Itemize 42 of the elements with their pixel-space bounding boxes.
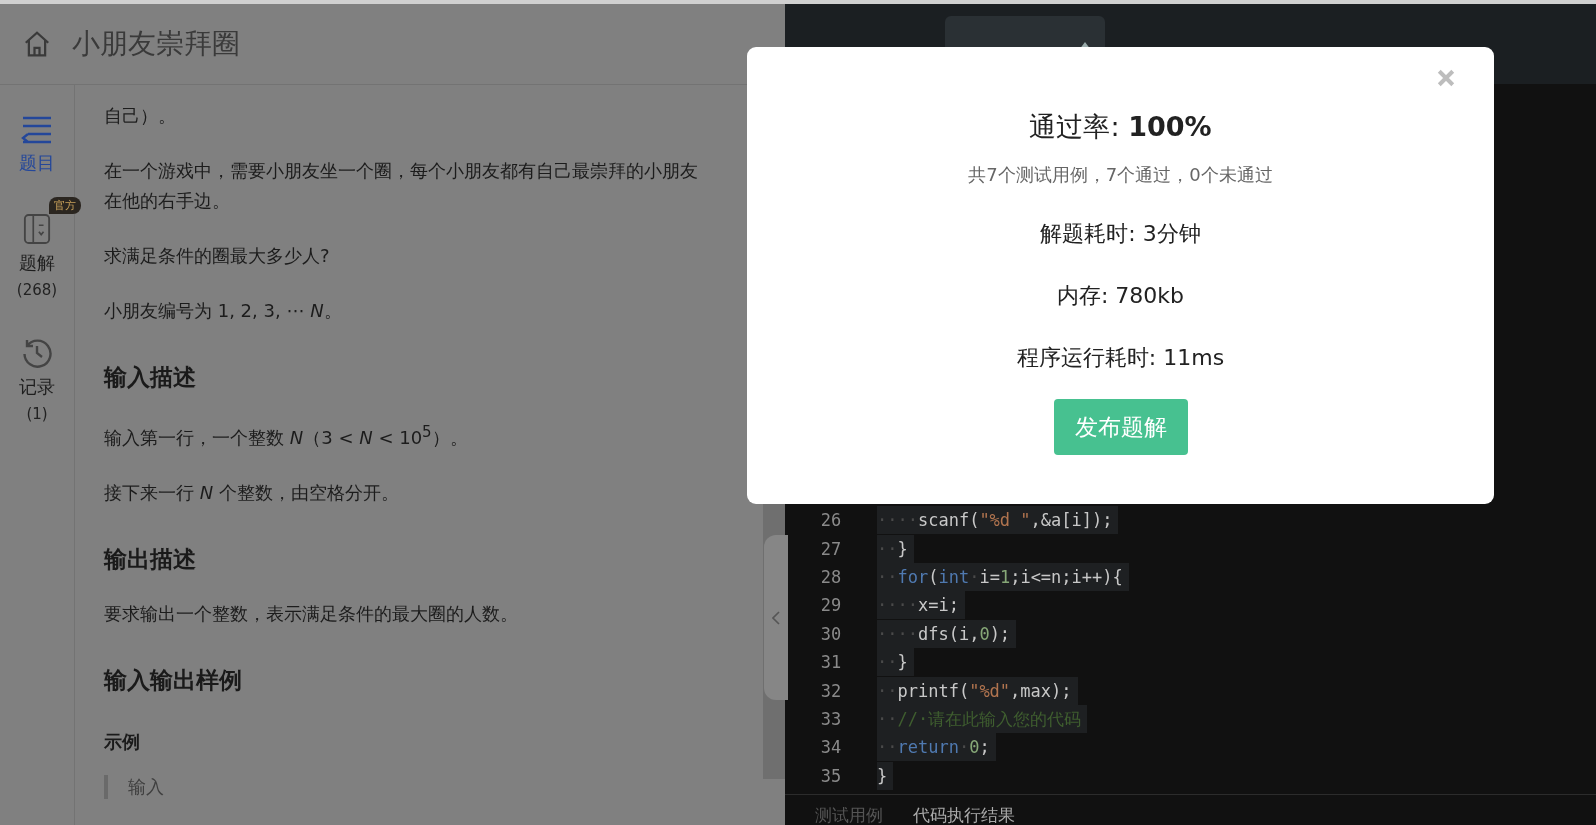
publish-button[interactable]: 发布题解	[1053, 399, 1188, 455]
line-number: 35	[819, 765, 843, 786]
line-number: 34	[819, 737, 843, 758]
badge: 官方	[49, 197, 82, 214]
paragraph: 在一个游戏中，需要小朋友坐一个圈，每个小朋友都有自己最崇拜的小朋友在他的右手边。	[104, 159, 698, 213]
line-number: 29	[819, 595, 843, 616]
result-stat: 程序运行耗时: 11ms	[1016, 344, 1225, 372]
paragraph: 输入第一行，一个整数 N（3 < N < 10$^{5}$）。	[104, 422, 469, 450]
bottom-tab[interactable]: 代码执行结果	[913, 805, 1015, 825]
home-icon[interactable]	[22, 29, 52, 59]
line-number: 31	[819, 652, 843, 673]
close-icon[interactable]	[1437, 69, 1455, 87]
paragraph: 要求输出一个整数，表示满足条件的最大圈的人数。	[104, 602, 519, 626]
result-stat: 解题耗时: 3分钟	[1040, 220, 1201, 248]
problem-title: 小朋友崇拜圈	[72, 26, 240, 62]
test-summary: 共7个测试用例，7个通过，0个未通过	[968, 163, 1273, 187]
section-heading: 输出描述	[104, 545, 197, 574]
section-heading: 输入描述	[104, 363, 197, 392]
chevron-icon	[772, 610, 780, 625]
line-number: 30	[819, 623, 843, 644]
book-icon	[23, 213, 51, 245]
pass-rate: 通过率: 100%	[1029, 110, 1212, 144]
sample-label: 输入	[128, 776, 164, 797]
line-number: 32	[819, 680, 843, 701]
line-number: 26	[819, 510, 843, 531]
paragraph: 小朋友编号为 1, 2, 3, ⋯ N。	[104, 299, 343, 323]
sidebar-item[interactable]: 题解 (268)	[16, 213, 58, 299]
collapse-handle[interactable]	[764, 535, 788, 700]
bottom-tab[interactable]: 测试用例	[815, 805, 883, 825]
paragraph: 接下来一行 N 个整数，由空格分开。	[104, 481, 400, 505]
paragraph: 求满足条件的圈最大多少人?	[104, 244, 331, 268]
line-number: 33	[819, 709, 843, 729]
line-number: 27	[819, 538, 843, 559]
sidebar-item[interactable]: 题目	[19, 115, 55, 175]
sidebar-item[interactable]: 记录 (1)	[19, 337, 55, 423]
list-icon	[20, 115, 54, 145]
line-number: 28	[819, 567, 843, 588]
history-icon	[21, 337, 53, 369]
result-stat: 内存: 780kb	[1056, 282, 1185, 310]
paragraph: 自己）。	[104, 104, 177, 128]
section-heading: 输入输出样例	[104, 666, 243, 695]
subsection-heading: 示例	[104, 730, 141, 754]
